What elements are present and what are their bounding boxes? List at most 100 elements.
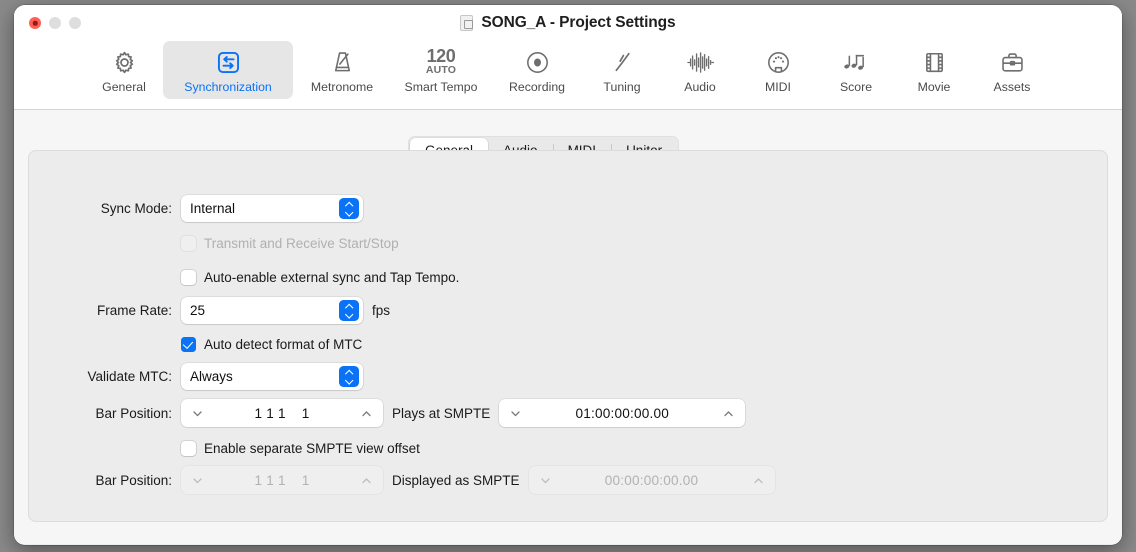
toolbar-item-smart-tempo[interactable]: 120 AUTO Smart Tempo: [391, 41, 491, 99]
toolbar-item-midi[interactable]: MIDI: [739, 41, 817, 99]
auto-enable-sync-label: Auto-enable external sync and Tap Tempo.: [204, 269, 460, 285]
row-sync-mode: Sync Mode: Internal: [59, 194, 363, 222]
tempo-value: 120: [426, 46, 456, 67]
bar-position-displayed-stepper[interactable]: 1 1 1 1: [181, 466, 383, 494]
row-auto-enable-sync: Auto-enable external sync and Tap Tempo.: [181, 263, 459, 291]
midi-port-icon: [765, 46, 792, 78]
label-bar-position-plays: Bar Position:: [95, 405, 172, 421]
document-icon: [460, 15, 474, 31]
content-area: General Audio MIDI Unitor Sync Mode: Int…: [14, 110, 1122, 544]
chevron-up-icon[interactable]: [722, 407, 735, 420]
sync-mode-popup[interactable]: Internal: [181, 194, 363, 222]
frame-rate-value: 25: [190, 302, 206, 318]
transmit-start-stop-checkbox[interactable]: [181, 235, 196, 251]
window-title: SONG_A - Project Settings: [481, 14, 676, 31]
auto-enable-sync-checkbox-group[interactable]: Auto-enable external sync and Tap Tempo.: [181, 269, 460, 285]
toolbar-item-movie[interactable]: Movie: [895, 41, 973, 99]
enable-view-offset-label: Enable separate SMPTE view offset: [204, 440, 420, 456]
toolbar-label-synchronization: Synchronization: [184, 80, 272, 94]
toolbar-label-smart-tempo: Smart Tempo: [404, 80, 478, 94]
plays-at-smpte-label: Plays at SMPTE: [392, 405, 491, 421]
row-frame-rate: Frame Rate: 25 fps: [59, 296, 390, 324]
toolbar-item-general[interactable]: General: [85, 41, 163, 99]
plays-at-smpte-stepper[interactable]: 01:00:00:00.00: [499, 399, 746, 427]
toolbar-label-score: Score: [839, 80, 873, 94]
toolbar-label-movie: Movie: [917, 80, 951, 94]
toolbar-label-general: General: [102, 80, 146, 94]
displayed-as-smpte-value: 00:00:00:00.00: [604, 472, 699, 488]
chevron-updown-icon: [339, 197, 359, 219]
toolbar-label-metronome: Metronome: [310, 80, 374, 94]
displayed-as-smpte-stepper[interactable]: 00:00:00:00.00: [528, 466, 775, 494]
displayed-as-smpte-label: Displayed as SMPTE: [392, 472, 520, 488]
toolbar-item-metronome[interactable]: Metronome: [293, 41, 391, 99]
chevron-down-icon[interactable]: [509, 407, 522, 420]
chevron-up-icon[interactable]: [360, 474, 373, 487]
validate-mtc-popup[interactable]: Always: [181, 362, 363, 390]
chevron-updown-icon: [339, 365, 359, 387]
briefcase-icon: [999, 46, 1026, 78]
row-enable-view-offset: Enable separate SMPTE view offset: [181, 434, 420, 462]
tempo-120-auto-icon: 120 AUTO: [426, 46, 456, 78]
toolbar-item-assets[interactable]: Assets: [973, 41, 1051, 99]
toolbar-item-recording[interactable]: Recording: [491, 41, 583, 99]
bar-position-plays-value: 1 1 1 1: [254, 405, 310, 421]
frame-rate-popup[interactable]: 25: [181, 296, 363, 324]
chevron-up-icon[interactable]: [360, 407, 373, 420]
toolbar-item-audio[interactable]: Audio: [661, 41, 739, 99]
tuning-fork-icon: [609, 46, 636, 78]
metronome-icon: [329, 46, 356, 78]
maximize-button[interactable]: [69, 17, 81, 29]
auto-detect-mtc-label: Auto detect format of MTC: [204, 336, 363, 352]
music-notes-icon: [842, 46, 871, 78]
chevron-down-icon[interactable]: [191, 474, 204, 487]
auto-detect-mtc-checkbox[interactable]: [181, 336, 196, 352]
label-bar-position-displayed: Bar Position:: [95, 472, 172, 488]
row-transmit-start-stop: Transmit and Receive Start/Stop: [181, 229, 399, 257]
transmit-start-stop-checkbox-group[interactable]: Transmit and Receive Start/Stop: [181, 235, 399, 251]
auto-detect-mtc-checkbox-group[interactable]: Auto detect format of MTC: [181, 336, 363, 352]
label-sync-mode: Sync Mode:: [100, 200, 172, 216]
transmit-start-stop-label: Transmit and Receive Start/Stop: [204, 235, 399, 251]
chevron-down-icon[interactable]: [539, 474, 552, 487]
settings-panel: Sync Mode: Internal Transmit and Receive…: [28, 150, 1108, 522]
validate-mtc-value: Always: [190, 368, 233, 384]
tempo-auto-label: AUTO: [425, 64, 457, 77]
enable-view-offset-checkbox-group[interactable]: Enable separate SMPTE view offset: [181, 440, 420, 456]
film-strip-icon: [921, 46, 948, 78]
title-row: SONG_A - Project Settings: [14, 14, 1122, 32]
toolbar-item-tuning[interactable]: Tuning: [583, 41, 661, 99]
row-validate-mtc: Validate MTC: Always: [59, 362, 363, 390]
label-validate-mtc: Validate MTC:: [87, 368, 172, 384]
toolbar-label-recording: Recording: [508, 80, 566, 94]
label-frame-rate: Frame Rate:: [96, 302, 172, 318]
frame-rate-unit: fps: [372, 302, 391, 318]
enable-view-offset-checkbox[interactable]: [181, 440, 196, 456]
minimize-button[interactable]: [49, 17, 61, 29]
window-controls: [29, 17, 81, 29]
record-circle-icon: [524, 46, 551, 78]
toolbar-label-audio: Audio: [684, 80, 716, 94]
chevron-updown-icon: [339, 299, 359, 321]
plays-at-smpte-value: 01:00:00:00.00: [575, 405, 670, 421]
sync-arrows-icon: [215, 46, 242, 78]
close-button[interactable]: [29, 17, 41, 29]
row-bar-position-displayed: Bar Position: 1 1 1 1 Displayed as SMPTE: [59, 466, 775, 494]
chevron-up-icon[interactable]: [752, 474, 765, 487]
project-settings-window: SONG_A - Project Settings General Synchr…: [14, 5, 1122, 545]
row-auto-detect-mtc: Auto detect format of MTC: [181, 330, 362, 358]
toolbar-label-tuning: Tuning: [603, 80, 641, 94]
toolbar-label-midi: MIDI: [765, 80, 791, 94]
row-bar-position-plays: Bar Position: 1 1 1 1 Plays at SMPTE 01:…: [59, 399, 746, 427]
toolbar-item-synchronization[interactable]: Synchronization: [163, 41, 293, 99]
sync-mode-value: Internal: [190, 200, 236, 216]
toolbar-label-assets: Assets: [993, 80, 1031, 94]
toolbar-item-score[interactable]: Score: [817, 41, 895, 99]
bar-position-plays-stepper[interactable]: 1 1 1 1: [181, 399, 383, 427]
chevron-down-icon[interactable]: [191, 407, 204, 420]
settings-toolbar: General Synchronization Metronome 120 AU…: [14, 41, 1122, 99]
titlebar: SONG_A - Project Settings General Synchr…: [14, 5, 1122, 110]
waveform-icon: [685, 46, 715, 78]
gear-icon: [111, 46, 138, 78]
auto-enable-sync-checkbox[interactable]: [181, 269, 196, 285]
